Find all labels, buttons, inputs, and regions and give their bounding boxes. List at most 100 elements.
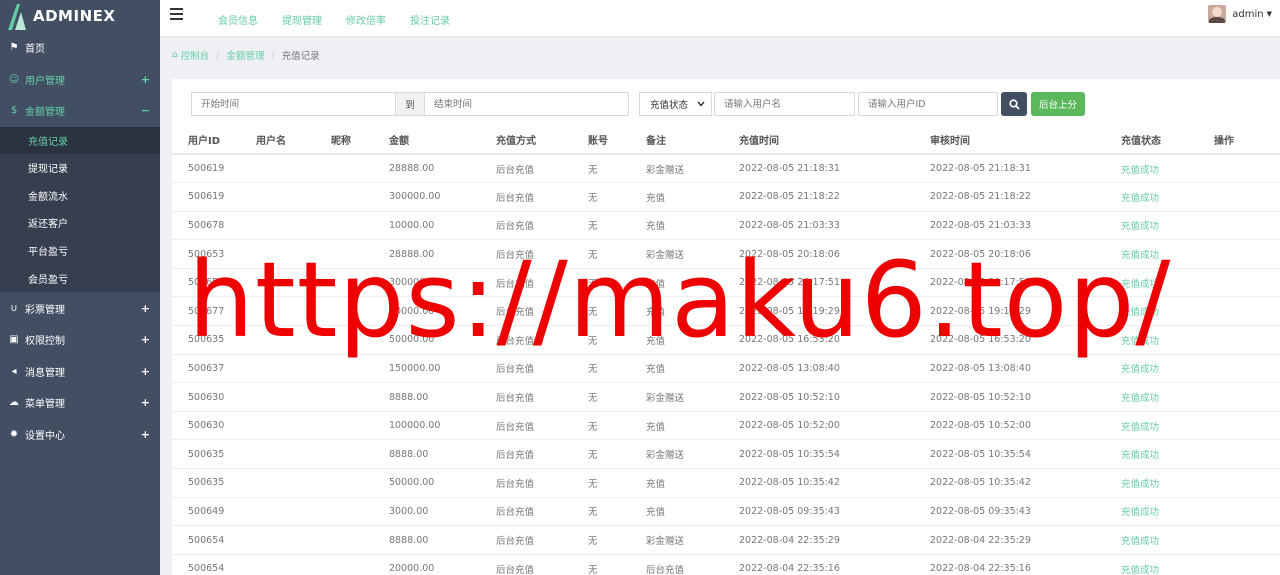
sidebar-item-lottery[interactable]: ∪ 彩票管理 + [0,292,160,324]
table-cell: 彩金赠送 [646,525,739,555]
table-cell [256,382,331,412]
table-cell: 28888.00 [389,154,496,184]
table-cell: 3000.00 [389,497,496,527]
table-cell [256,154,331,184]
table-cell: 2022-08-05 20:17:51 [739,268,930,298]
submenu-item[interactable]: 充值记录 [0,126,160,154]
table-cell: 充值成功 [1121,268,1214,298]
table-cell: 500654 [172,554,256,575]
table-cell[interactable] [1214,154,1280,184]
column-header: 账号 [588,126,646,155]
table-cell[interactable] [1214,468,1280,498]
table-cell: 充值 [646,296,739,327]
userid-input[interactable] [858,92,998,116]
submenu-item[interactable]: 金额流水 [0,181,160,209]
table-cell[interactable] [1214,497,1280,527]
submenu-item[interactable]: 提现记录 [0,154,160,182]
table-cell: 无 [588,411,646,441]
table-cell[interactable] [1214,354,1280,384]
table-cell: 彩金赠送 [646,239,739,269]
table-cell[interactable] [1214,182,1280,212]
table-cell: 无 [588,354,646,384]
table-cell [256,296,331,327]
table-cell [331,497,389,527]
status-select-value: 充值状态 [650,100,689,111]
finance-submenu: 充值记录 提现记录 金额流水 返还客户 平台盈亏 会员盈亏 [0,126,160,293]
sidebar-item-permissions[interactable]: ▣ 权限控制 + [0,324,160,356]
table-cell: 无 [588,468,646,498]
top-nav-member-info[interactable]: 会员信息 [218,12,258,27]
home-icon: ⌂ [172,50,178,60]
table-row: 500677 10000.00 后台充值无充值 2022-08-05 19:19:29… [172,296,1280,327]
table-cell: 后台充值 [496,439,588,470]
expand-icon: + [140,333,150,347]
table-cell: 无 [588,325,646,355]
status-select[interactable]: 充值状态 [639,92,712,116]
table-cell[interactable] [1214,296,1280,327]
table-cell[interactable] [1214,211,1280,241]
breadcrumb-parent[interactable]: 金额管理 [226,48,264,62]
table-cell[interactable] [1214,239,1280,269]
table-cell [331,211,389,241]
table-cell: 500635 [172,325,256,355]
logo[interactable]: ADMINEX [0,0,160,32]
column-header: 充值方式 [496,126,588,155]
breadcrumb-current: 充值记录 [281,51,320,62]
submenu-item[interactable]: 返还客户 [0,209,160,237]
table-cell [331,382,389,412]
table-cell: 无 [588,154,646,184]
top-nav-withdraw[interactable]: 提现管理 [282,12,322,27]
table-cell: 500630 [172,411,256,441]
table-row: 500653 300000.00 后台充值无充值 2022-08-05 20:17:5… [172,268,1280,298]
submenu-item[interactable]: 平台盈亏 [0,237,160,265]
table-cell: 2022-08-04 22:35:16 [739,554,930,575]
brand-name: ADMINEX [33,7,116,25]
menu-toggle-icon[interactable] [170,8,183,20]
sidebar-item-menus[interactable]: ☁ 菜单管理 + [0,387,160,419]
date-range-separator: 到 [396,92,424,116]
sidebar-item-users[interactable]: ☺ 用户管理 + [0,64,160,96]
table-cell[interactable] [1214,268,1280,298]
table-cell: 后台充值 [496,325,588,355]
sidebar-item-finance[interactable]: $ 金额管理 − [0,95,160,127]
table-cell: 8888.00 [389,525,496,555]
table-cell: 后台充值 [496,154,588,184]
table-cell: 2022-08-05 10:52:00 [739,411,930,441]
magnet-icon: ∪ [10,302,18,314]
sidebar-item-home[interactable]: ⚑ 首页 [0,32,160,64]
submenu-item[interactable]: 会员盈亏 [0,265,160,293]
column-header: 用户ID [172,126,256,155]
table-cell[interactable] [1214,411,1280,441]
table-cell: 2022-08-05 10:35:54 [739,439,930,470]
table-cell[interactable] [1214,325,1280,355]
column-header: 充值状态 [1121,126,1214,155]
table-cell[interactable] [1214,525,1280,555]
sidebar-item-settings[interactable]: ✹ 设置中心 + [0,418,160,450]
table-cell: 500619 [172,154,256,184]
start-time-input[interactable] [191,92,396,116]
sidebar-item-label: 彩票管理 [25,304,65,316]
sidebar-item-messages[interactable]: ◂ 消息管理 + [0,355,160,387]
table-cell: 8888.00 [389,439,496,470]
table-cell: 无 [588,296,646,327]
table-cell[interactable] [1214,382,1280,412]
search-button[interactable] [1001,92,1027,116]
table-cell: 100000.00 [389,411,496,441]
breadcrumb-home[interactable]: 控制台 [181,48,210,62]
table-cell [331,354,389,384]
expand-icon: + [140,396,150,410]
add-balance-button[interactable]: 后台上分 [1031,92,1086,116]
table-cell [256,211,331,241]
end-time-input[interactable] [424,92,629,116]
username-input[interactable] [714,92,855,116]
table-cell: 充值成功 [1121,382,1214,412]
user-menu[interactable]: admin ▼ [1208,5,1272,23]
table-cell: 无 [588,525,646,555]
table-cell: 2022-08-05 10:52:10 [739,382,930,412]
table-cell: 无 [588,382,646,412]
table-cell[interactable] [1214,554,1280,575]
top-nav-bets[interactable]: 投注记录 [410,12,450,27]
table-cell: 300000.00 [389,268,496,298]
top-nav-rate[interactable]: 修改倍率 [346,12,386,27]
table-cell[interactable] [1214,439,1280,470]
